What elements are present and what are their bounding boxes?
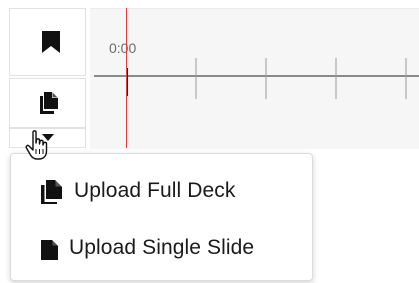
hand-pointer-icon bbox=[25, 130, 48, 160]
bookmark-icon bbox=[42, 31, 60, 53]
upload-dropdown-menu: Upload Full Deck Upload Single Slide bbox=[10, 153, 313, 281]
timeline-start-label: 0:00 bbox=[109, 40, 137, 56]
editor-stage: 0:00 Upload Full Deck Upload Single Slid… bbox=[0, 0, 419, 283]
upload-single-slide-item[interactable]: Upload Single Slide bbox=[11, 228, 312, 268]
file-icon bbox=[41, 240, 58, 260]
documents-icon bbox=[41, 180, 62, 204]
playhead[interactable] bbox=[126, 8, 127, 148]
timeline-ruler bbox=[94, 58, 419, 99]
slides-button[interactable] bbox=[9, 78, 86, 128]
document-copy-icon bbox=[40, 92, 58, 114]
upload-full-deck-label: Upload Full Deck bbox=[74, 179, 236, 202]
upload-single-slide-label: Upload Single Slide bbox=[69, 236, 255, 259]
upload-full-deck-item[interactable]: Upload Full Deck bbox=[11, 172, 312, 212]
bookmark-button[interactable] bbox=[9, 8, 86, 76]
